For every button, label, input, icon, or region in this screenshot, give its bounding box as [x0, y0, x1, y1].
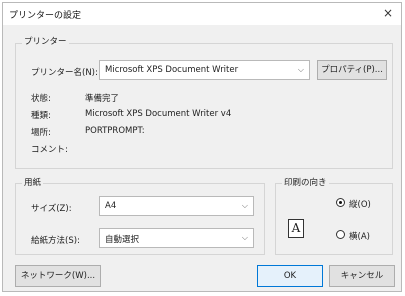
- paper-source-dropdown[interactable]: 自動選択 ⌵: [99, 228, 254, 248]
- close-icon[interactable]: ×: [381, 5, 395, 21]
- landscape-label[interactable]: 横(A): [349, 230, 370, 242]
- comment-label: コメント:: [31, 145, 68, 155]
- orientation-group-label: 印刷の向き: [282, 176, 329, 188]
- cancel-button[interactable]: キャンセル: [329, 265, 395, 287]
- printer-name-dropdown[interactable]: Microsoft XPS Document Writer ⌵: [99, 60, 310, 80]
- printer-name-value: Microsoft XPS Document Writer: [105, 65, 239, 75]
- ok-button[interactable]: OK: [257, 265, 323, 287]
- paper-size-label: サイズ(Z):: [31, 204, 72, 214]
- status-value: 準備完了: [85, 94, 120, 104]
- location-value: PORTPROMPT:: [85, 126, 145, 136]
- portrait-preview-icon: A: [288, 219, 304, 238]
- printer-group-label: プリンター: [22, 35, 69, 47]
- paper-source-value: 自動選択: [105, 235, 140, 245]
- properties-button[interactable]: プロパティ(P)...: [317, 60, 387, 80]
- location-label: 場所:: [31, 128, 51, 138]
- network-button[interactable]: ネットワーク(W)...: [15, 265, 101, 287]
- paper-group-label: 用紙: [22, 176, 44, 188]
- status-label: 状態:: [31, 94, 51, 104]
- paper-size-dropdown[interactable]: A4 ⌵: [99, 196, 254, 216]
- paper-source-label: 給紙方法(S):: [31, 236, 80, 246]
- chevron-down-icon: ⌵: [297, 65, 304, 74]
- portrait-radio[interactable]: [336, 198, 345, 207]
- printer-settings-dialog: プリンターの設定 × プリンター プリンター名(N): Microsoft XP…: [2, 2, 402, 292]
- type-value: Microsoft XPS Document Writer v4: [85, 109, 232, 119]
- chevron-down-icon: ⌵: [241, 233, 248, 242]
- paper-size-value: A4: [105, 201, 117, 211]
- title-bar: プリンターの設定 ×: [3, 3, 401, 25]
- chevron-down-icon: ⌵: [241, 201, 248, 210]
- landscape-radio[interactable]: [336, 230, 345, 239]
- printer-name-label: プリンター名(N):: [31, 68, 98, 78]
- type-label: 種類:: [31, 111, 51, 121]
- window-title: プリンターの設定: [9, 11, 82, 21]
- portrait-label[interactable]: 縦(O): [349, 198, 371, 210]
